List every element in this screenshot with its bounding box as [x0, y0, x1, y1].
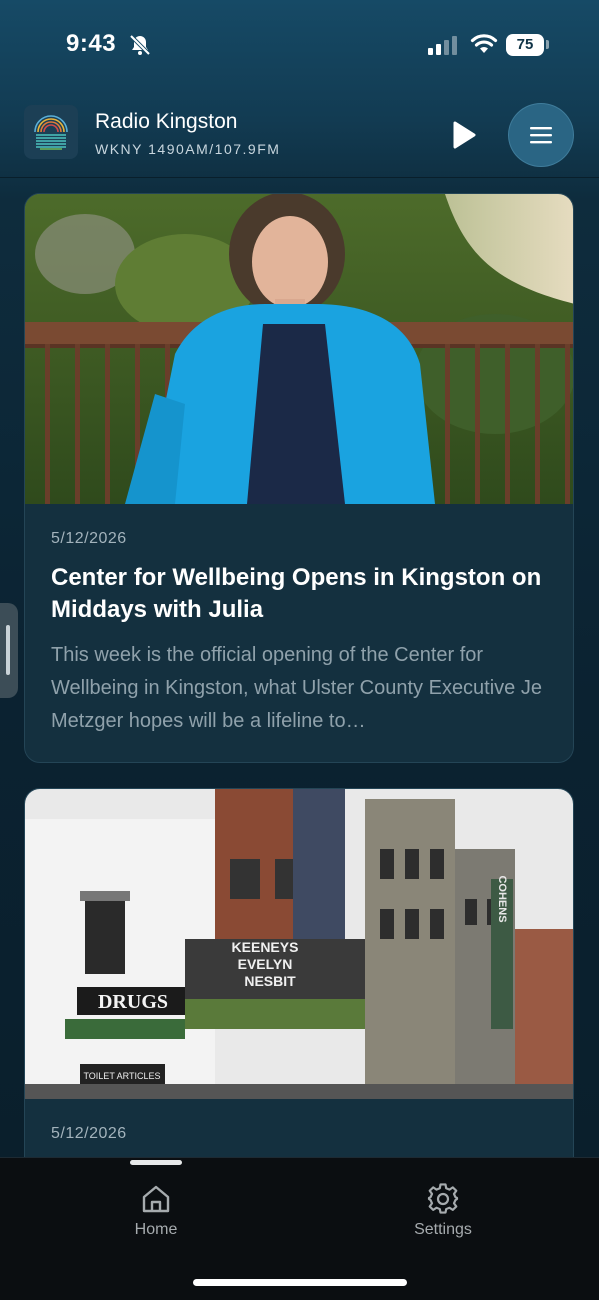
app-header: Radio Kingston WKNY 1490AM/107.9FM	[0, 90, 599, 178]
side-handle-grip	[6, 625, 10, 675]
menu-button[interactable]	[508, 103, 574, 167]
sign-drugs: DRUGS	[98, 991, 168, 1013]
hamburger-menu-icon	[530, 127, 552, 144]
battery-level: 75	[516, 36, 534, 53]
sign-evelyn: EVELYN	[238, 956, 293, 972]
article-date: 5/12/2026	[51, 1125, 127, 1142]
tab-settings-label: Settings	[414, 1221, 472, 1238]
article-card[interactable]: DRUGS TOILET ARTICLES KEENEYS EVELYN NES…	[24, 788, 574, 1188]
home-icon	[142, 1185, 170, 1213]
tab-settings[interactable]: Settings	[373, 1183, 513, 1253]
active-tab-indicator	[130, 1160, 182, 1165]
station-frequency: WKNY 1490AM/107.9FM	[95, 141, 281, 157]
signal-icon	[428, 36, 457, 55]
article-image-historic-street[interactable]: DRUGS TOILET ARTICLES KEENEYS EVELYN NES…	[25, 789, 574, 1099]
play-icon[interactable]	[446, 118, 480, 152]
gear-icon	[427, 1183, 459, 1214]
article-summary: This week is the official opening of the…	[51, 644, 542, 732]
status-bar: 9:43 75	[0, 0, 599, 90]
article-image-portrait[interactable]	[25, 194, 574, 504]
sign-cohens: COHENS	[496, 875, 508, 922]
wifi-icon	[470, 34, 498, 53]
tab-home[interactable]: Home	[86, 1183, 226, 1253]
station-name: Radio Kingston	[95, 110, 238, 133]
home-indicator[interactable]	[193, 1279, 407, 1286]
bell-slash-icon	[129, 34, 151, 56]
status-time: 9:43	[66, 30, 117, 57]
tab-home-label: Home	[134, 1221, 178, 1238]
sign-toilet-articles: TOILET ARTICLES	[83, 1071, 160, 1081]
sign-keeneys: KEENEYS	[232, 939, 299, 955]
radio-kingston-logo[interactable]	[24, 105, 78, 159]
battery-tip	[546, 40, 549, 49]
article-title[interactable]: Center for Wellbeing Opens in Kingston o…	[51, 562, 551, 626]
battery-icon: 75	[506, 34, 544, 56]
article-date: 5/12/2026	[51, 530, 127, 547]
sign-nesbit: NESBIT	[244, 973, 296, 989]
logo-graphic-icon	[34, 115, 68, 150]
article-card[interactable]: 5/12/2026 Center for Wellbeing Opens in …	[24, 193, 574, 763]
